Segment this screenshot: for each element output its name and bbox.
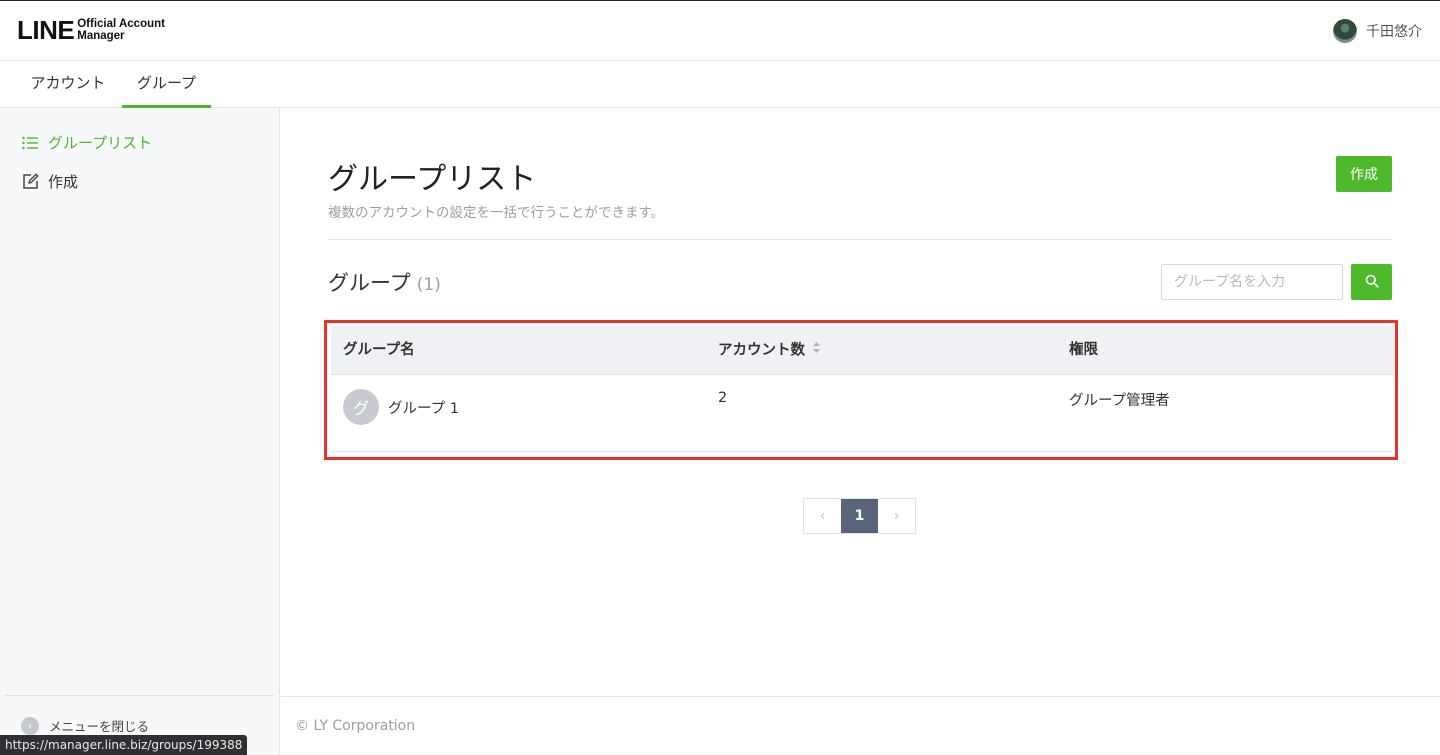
sidebar-item-label: 作成	[48, 173, 79, 191]
group-count: (1)	[416, 275, 441, 295]
column-header-account-count[interactable]: アカウント数	[718, 326, 821, 375]
logo-sub-line1: Official Account	[77, 18, 165, 30]
edit-icon	[21, 173, 39, 191]
page-description: 複数のアカウントの設定を一括で行うことができます。	[328, 205, 665, 221]
pagination-prev-button[interactable]: ‹	[804, 499, 841, 533]
top-header: LINE Official Account Manager 千田悠介	[0, 0, 1440, 61]
search-icon	[1365, 274, 1379, 291]
sidebar-item-label: グループリスト	[48, 134, 153, 152]
pagination-next-button[interactable]: ›	[878, 499, 915, 533]
account-count: 2	[718, 390, 728, 406]
table-row[interactable]: グ グループ 1 2 グループ管理者	[331, 376, 1394, 452]
pagination: ‹ 1 ›	[803, 498, 916, 534]
chevron-left-icon: ‹	[21, 716, 39, 735]
column-header-permission: 権限	[1069, 342, 1098, 358]
divider	[328, 239, 1392, 240]
logo-sub-line2: Manager	[77, 30, 125, 42]
sidebar-divider	[5, 695, 274, 696]
logo-subtitle: Official Account Manager	[77, 18, 165, 42]
tab-account[interactable]: アカウント	[17, 61, 119, 108]
tab-group[interactable]: グループ	[122, 61, 211, 108]
create-button[interactable]: 作成	[1336, 156, 1392, 192]
status-bar-url: https://manager.line.biz/groups/199388	[0, 735, 248, 755]
search-button[interactable]	[1351, 264, 1392, 300]
section-title-label: グループ	[328, 271, 411, 295]
copyright: © LY Corporation	[295, 718, 416, 734]
page-title: グループリスト	[328, 162, 537, 197]
column-header-label: アカウント数	[718, 342, 805, 359]
column-header-group-name: グループ名	[343, 342, 415, 358]
group-name-cell[interactable]: グ グループ 1	[343, 389, 459, 425]
line-oa-manager-logo[interactable]: LINE Official Account Manager	[17, 17, 165, 43]
user-menu[interactable]: 千田悠介	[1333, 19, 1422, 43]
sidebar-item-create[interactable]: 作成	[21, 171, 78, 192]
logo-line-text: LINE	[17, 15, 75, 45]
main-content: グループリスト 複数のアカウントの設定を一括で行うことができます。 作成 グルー…	[281, 108, 1440, 755]
top-tabs: アカウント グループ	[0, 61, 1440, 108]
section-title: グループ (1)	[328, 267, 441, 297]
close-menu-label: メニューを閉じる	[49, 719, 150, 734]
group-search-input[interactable]	[1161, 264, 1343, 300]
close-menu-button[interactable]: ‹ メニューを閉じる	[21, 716, 149, 735]
pagination-page-1[interactable]: 1	[841, 499, 878, 533]
sidebar: グループリスト 作成 ‹ メニューを閉じる	[0, 108, 280, 755]
footer: © LY Corporation	[281, 696, 1440, 755]
permission-role: グループ管理者	[1069, 393, 1170, 409]
user-avatar	[1333, 19, 1357, 43]
table-header: グループ名 アカウント数 権限	[331, 326, 1394, 375]
user-name: 千田悠介	[1366, 24, 1422, 40]
sidebar-item-group-list[interactable]: グループリスト	[21, 132, 152, 153]
group-table-highlight: グループ名 アカウント数 権限 グ グループ 1 2 グループ管理者	[324, 320, 1398, 460]
list-icon	[21, 134, 39, 152]
group-avatar: グ	[343, 389, 379, 425]
sort-icon[interactable]	[812, 326, 821, 375]
group-name[interactable]: グループ 1	[388, 397, 459, 418]
